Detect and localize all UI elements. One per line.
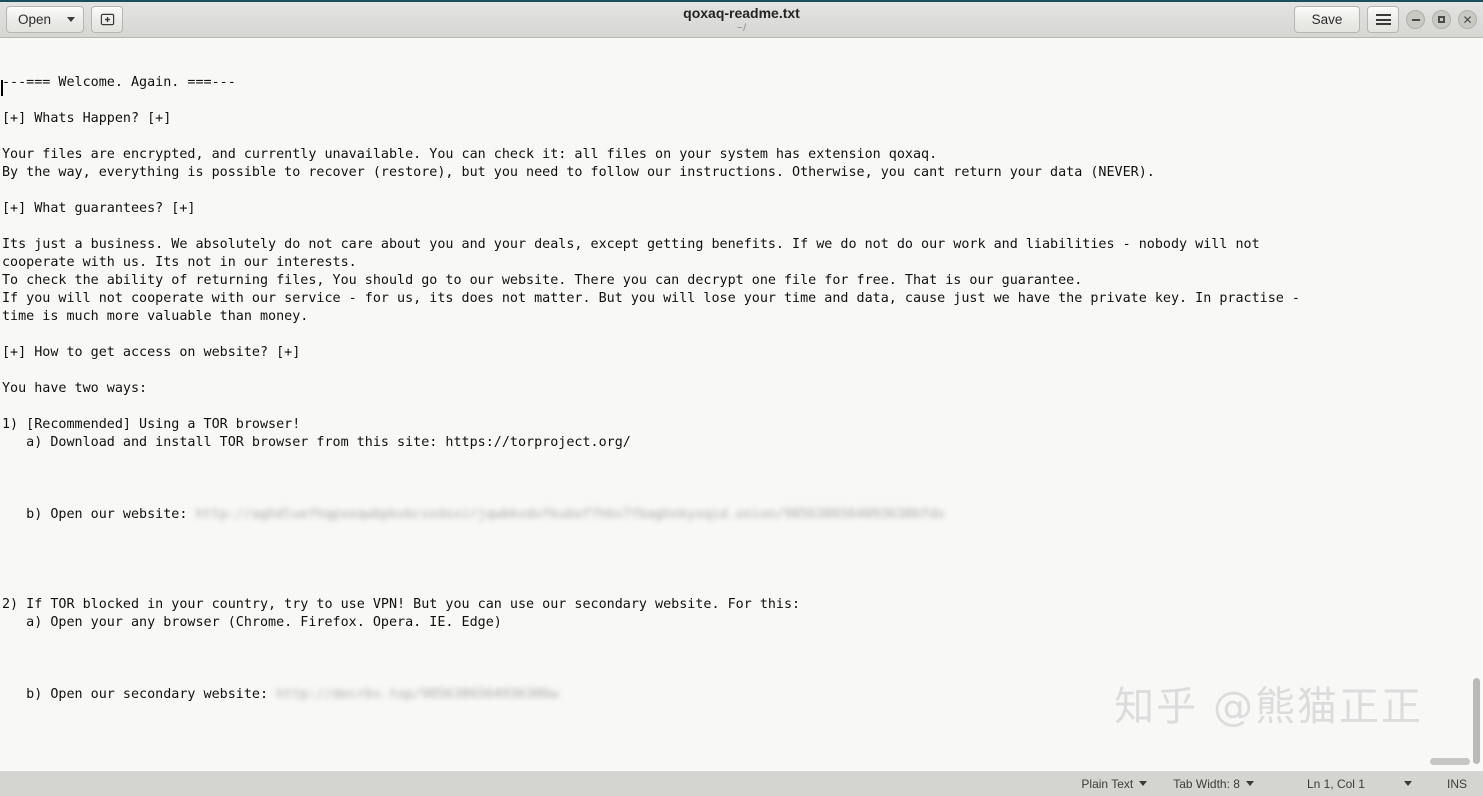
editor-area[interactable]: ---=== Welcome. Again. ===--- [+] Whats … bbox=[0, 38, 1483, 770]
insert-mode-label: INS bbox=[1446, 776, 1467, 791]
secondary-website-url-redacted: http://decrbv.top/9856386564936386w bbox=[276, 687, 559, 702]
document-line: cooperate with us. Its not in our intere… bbox=[2, 255, 357, 270]
document-line: By the way, everything is possible to re… bbox=[2, 165, 1155, 180]
secondary-website-line: b) Open our secondary website: http://de… bbox=[0, 686, 1483, 704]
document-line: 1) [Recommended] Using a TOR browser! bbox=[2, 417, 301, 432]
new-document-icon bbox=[100, 13, 114, 26]
insert-mode-indicator: INS bbox=[1425, 771, 1471, 796]
language-selector[interactable]: Plain Text bbox=[1068, 771, 1160, 796]
close-button[interactable]: ✕ bbox=[1458, 10, 1477, 29]
document-line: You have two ways: bbox=[2, 381, 148, 396]
header-left-controls: Open bbox=[6, 6, 123, 33]
tor-website-label: b) Open our website: bbox=[2, 507, 196, 522]
document-line: Your files are encrypted, and currently … bbox=[2, 147, 938, 162]
document-line: To check the ability of returning files,… bbox=[2, 273, 1083, 288]
cursor-position-dropdown[interactable] bbox=[1391, 771, 1425, 796]
save-button[interactable]: Save bbox=[1294, 6, 1360, 33]
document-line: If you will not cooperate with our servi… bbox=[2, 291, 1300, 306]
vertical-scrollbar-thumb[interactable] bbox=[1473, 678, 1480, 764]
document-line: Its just a business. We absolutely do no… bbox=[2, 237, 1260, 252]
cursor-position-selector[interactable]: Ln 1, Col 1 bbox=[1267, 771, 1391, 796]
document-section-two: 2) If TOR blocked in your country, try t… bbox=[0, 578, 1483, 632]
text-content[interactable]: ---=== Welcome. Again. ===--- [+] Whats … bbox=[0, 38, 1483, 770]
language-label: Plain Text bbox=[1081, 776, 1134, 791]
chevron-down-icon bbox=[1245, 781, 1254, 786]
document-line: a) Download and install TOR browser from… bbox=[2, 435, 631, 450]
maximize-icon bbox=[1438, 16, 1445, 23]
header-right-controls: Save ✕ bbox=[1294, 6, 1477, 33]
document-line: ---=== Welcome. Again. ===--- bbox=[2, 75, 236, 90]
header-bar: Open qoxaq-readme.txt ~/ Save ✕ bbox=[0, 0, 1483, 38]
document-line: a) Open your any browser (Chrome. Firefo… bbox=[2, 615, 502, 630]
document-line: [+] How to get access on website? [+] bbox=[2, 345, 301, 360]
vertical-scrollbar[interactable] bbox=[1470, 38, 1483, 770]
document-line: [+] Whats Happen? [+] bbox=[2, 111, 172, 126]
tab-width-label: Tab Width: 8 bbox=[1173, 776, 1240, 791]
document-line: [+] What guarantees? [+] bbox=[2, 201, 196, 216]
document-section-three: Warning: secondary website can be blocke… bbox=[0, 758, 1483, 770]
file-path-subtitle: ~/ bbox=[736, 21, 747, 34]
tab-width-selector[interactable]: Tab Width: 8 bbox=[1160, 771, 1267, 796]
status-bar: Plain Text Tab Width: 8 Ln 1, Col 1 INS bbox=[0, 770, 1483, 796]
window-title-block: qoxaq-readme.txt ~/ bbox=[0, 2, 1483, 37]
secondary-website-label: b) Open our secondary website: bbox=[2, 687, 277, 702]
open-button[interactable]: Open bbox=[6, 6, 84, 33]
text-editor-window: Open qoxaq-readme.txt ~/ Save ✕ ---=== W… bbox=[0, 0, 1483, 796]
page-title: qoxaq-readme.txt bbox=[683, 4, 800, 21]
document-line: time is much more valuable than money. bbox=[2, 309, 309, 324]
document-line: 2) If TOR blocked in your country, try t… bbox=[2, 597, 801, 612]
main-menu-button[interactable] bbox=[1367, 6, 1399, 33]
maximize-button[interactable] bbox=[1432, 10, 1451, 29]
chevron-down-icon bbox=[1403, 781, 1412, 786]
close-icon: ✕ bbox=[1462, 12, 1473, 27]
save-button-label: Save bbox=[1311, 12, 1343, 27]
minimize-button[interactable] bbox=[1406, 10, 1425, 29]
horizontal-scrollbar-thumb[interactable] bbox=[1430, 758, 1470, 765]
new-document-button[interactable] bbox=[91, 6, 123, 33]
document-lines: ---=== Welcome. Again. ===--- [+] Whats … bbox=[0, 74, 1483, 452]
cursor-position-label: Ln 1, Col 1 bbox=[1306, 776, 1365, 791]
hamburger-menu-icon bbox=[1375, 14, 1391, 25]
chevron-down-icon bbox=[67, 17, 75, 22]
chevron-down-icon bbox=[1139, 781, 1148, 786]
tor-website-line: b) Open our website: http://aghdluefhqpx… bbox=[0, 506, 1483, 524]
tor-website-url-redacted: http://aghdluefhqpxeqwbpkvbcvxdsxirjqwbk… bbox=[195, 507, 946, 522]
text-cursor bbox=[1, 80, 3, 96]
open-button-label: Open bbox=[18, 12, 52, 27]
minimize-icon bbox=[1411, 18, 1420, 21]
